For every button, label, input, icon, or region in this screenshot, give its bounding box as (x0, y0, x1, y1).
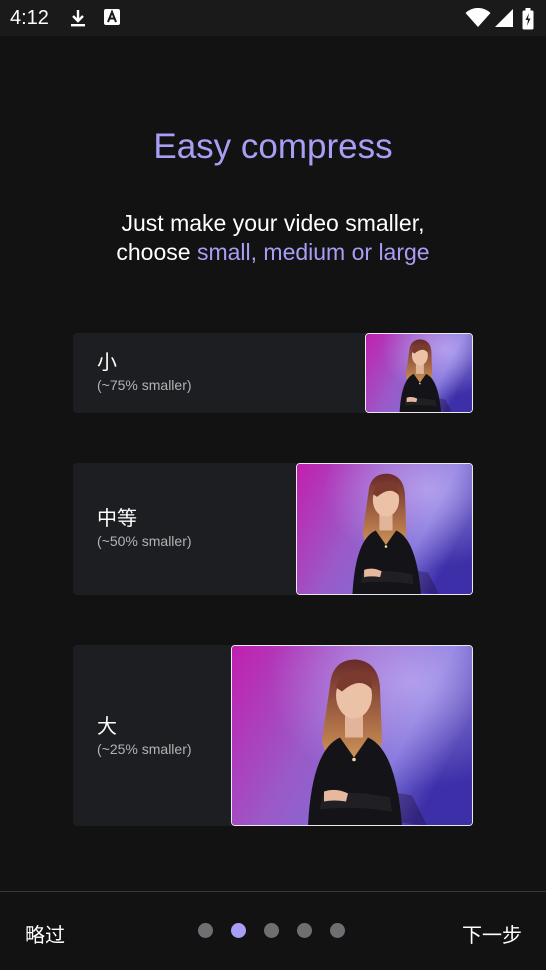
option-detail: (~25% smaller) (97, 741, 192, 757)
option-name: 大 (97, 716, 117, 738)
option-card-medium[interactable]: 中等 (~50% smaller) (73, 463, 473, 595)
battery-charging-icon (522, 8, 534, 35)
option-name: 小 (97, 352, 117, 374)
page-dot-3[interactable] (264, 923, 279, 938)
option-thumbnail (296, 463, 473, 595)
option-thumbnail (365, 333, 473, 413)
option-card-small[interactable]: 小 (~75% smaller) (73, 333, 473, 413)
page-indicator (198, 923, 345, 938)
next-button[interactable]: 下一步 (462, 919, 522, 948)
option-card-large[interactable]: 大 (~25% smaller) (73, 645, 473, 826)
skip-button[interactable]: 略过 (25, 919, 65, 948)
signal-icon (494, 8, 514, 33)
subtitle-prefix: choose (116, 239, 197, 265)
font-a-icon (103, 8, 121, 31)
status-time: 4:12 (10, 7, 49, 29)
wifi-icon (465, 7, 491, 33)
download-icon (68, 8, 88, 33)
subtitle-line-1: Just make your video smaller, (121, 210, 425, 236)
page-subtitle: Just make your video smaller, choose sma… (0, 209, 546, 267)
page-dot-5[interactable] (330, 923, 345, 938)
status-bar: 4:12 (0, 0, 546, 36)
footer-divider (0, 891, 546, 892)
option-thumbnail (231, 645, 473, 826)
option-name: 中等 (97, 508, 137, 530)
page-title: Easy compress (153, 127, 393, 166)
subtitle-accent: small, medium or large (196, 239, 430, 265)
page-dot-4[interactable] (297, 923, 312, 938)
page-dot-2-active[interactable] (231, 923, 246, 938)
option-detail: (~75% smaller) (97, 377, 192, 393)
page-dot-1[interactable] (198, 923, 213, 938)
subtitle-line-2: choose small, medium or large (0, 238, 546, 267)
option-detail: (~50% smaller) (97, 533, 192, 549)
